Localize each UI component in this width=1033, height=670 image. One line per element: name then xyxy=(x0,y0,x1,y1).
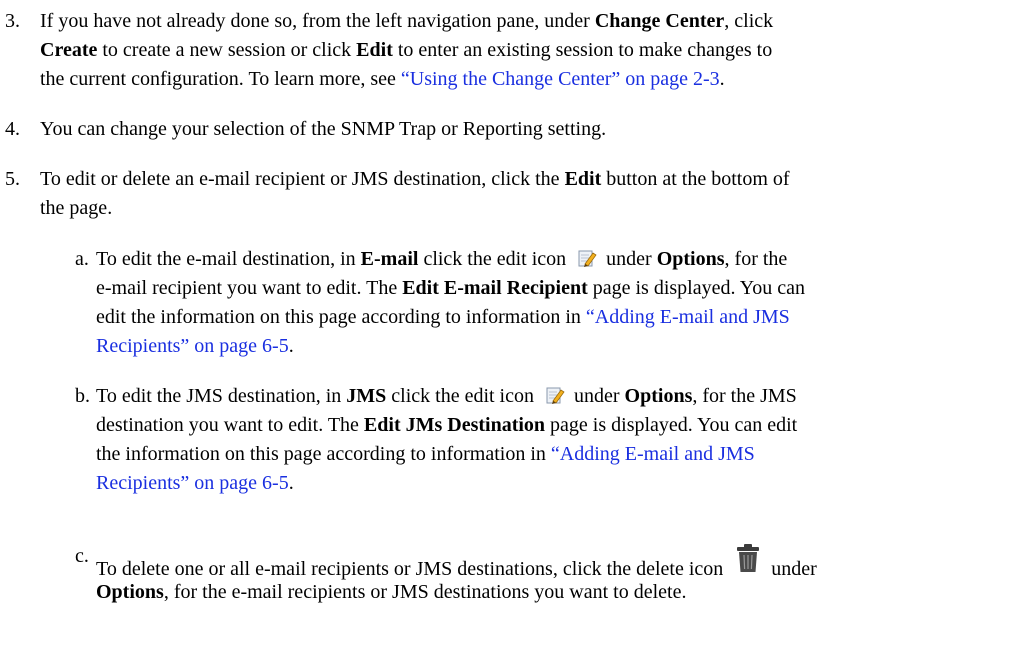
text: , for the e-mail recipients or JMS desti… xyxy=(163,581,687,603)
text: under xyxy=(766,558,817,580)
text: , for the JMS xyxy=(692,385,797,407)
substep-letter: a. xyxy=(75,248,89,270)
bold-term: E-mail xyxy=(360,248,419,270)
text: , for the xyxy=(724,248,788,270)
cross-reference-link[interactable]: “Using the Change Center” on page 2-3 xyxy=(401,68,720,90)
bold-term: Options xyxy=(96,581,164,603)
substep-line: Recipients” on page 6-5. xyxy=(96,333,294,359)
cross-reference-link[interactable]: Recipients” on page 6-5 xyxy=(96,472,289,494)
bold-term: Create xyxy=(40,39,98,61)
text: e-mail recipient you want to edit. The xyxy=(96,277,403,299)
text: page is displayed. You can edit xyxy=(545,414,798,436)
text: under xyxy=(569,385,625,407)
text: the information on this page according t… xyxy=(96,443,551,465)
cross-reference-link[interactable]: Recipients” on page 6-5 xyxy=(96,335,289,357)
bold-term: Change Center xyxy=(594,10,725,32)
step-line: the page. xyxy=(40,197,113,219)
substep-line: e-mail recipient you want to edit. The E… xyxy=(96,275,805,301)
step-number: 4. xyxy=(5,118,20,140)
text: button at the bottom of xyxy=(601,168,790,190)
document-page: 3. If you have not already done so, from… xyxy=(0,0,1033,670)
edit-icon xyxy=(546,387,565,404)
substep-letter: c. xyxy=(75,545,89,567)
step-line: You can change your selection of the SNM… xyxy=(40,118,607,140)
text: edit the information on this page accord… xyxy=(96,306,586,328)
text: the current configuration. To learn more… xyxy=(40,68,401,90)
step-line: To edit or delete an e-mail recipient or… xyxy=(40,166,790,192)
text: . xyxy=(288,472,294,494)
bold-term: Edit xyxy=(356,39,393,61)
step-number: 5. xyxy=(5,168,20,190)
text: click the edit icon xyxy=(386,385,539,407)
substep-line: Options, for the e-mail recipients or JM… xyxy=(0,579,686,605)
text: . xyxy=(288,335,294,357)
text: page is displayed. You can xyxy=(587,277,805,299)
substep-line: To edit the JMS destination, in JMS clic… xyxy=(96,383,797,409)
substep-line: To delete one or all e-mail recipients o… xyxy=(96,543,817,582)
text: . xyxy=(719,68,725,90)
text: To edit the e-mail destination, in xyxy=(96,248,361,270)
bold-term: Edit xyxy=(564,168,602,190)
text: under xyxy=(601,248,657,270)
text: To edit the JMS destination, in xyxy=(96,385,347,407)
text: to enter an existing session to make cha… xyxy=(392,39,773,61)
step-line: the current configuration. To learn more… xyxy=(40,66,725,92)
text: click the edit icon xyxy=(418,248,572,270)
cross-reference-link[interactable]: “Adding E-mail and JMS xyxy=(586,306,790,328)
substep-line: edit the information on this page accord… xyxy=(96,304,790,330)
cross-reference-link[interactable]: “Adding E-mail and JMS xyxy=(551,443,755,465)
text: , click xyxy=(724,10,774,32)
substep-line: destination you want to edit. The Edit J… xyxy=(96,412,797,438)
text: to create a new session or click xyxy=(97,39,357,61)
trash-icon xyxy=(737,544,760,572)
substep-line: To edit the e-mail destination, in E-mai… xyxy=(96,246,787,272)
text: To edit or delete an e-mail recipient or… xyxy=(40,168,565,190)
bold-term: Edit E-mail Recipient xyxy=(402,277,588,299)
bold-term: JMS xyxy=(346,385,387,407)
bold-term: Options xyxy=(656,248,725,270)
text: If you have not already done so, from th… xyxy=(40,10,595,32)
text: destination you want to edit. The xyxy=(96,414,364,436)
step-number: 3. xyxy=(5,10,20,32)
substep-line: the information on this page according t… xyxy=(96,441,755,467)
step-line: Create to create a new session or click … xyxy=(40,37,772,63)
substep-letter: b. xyxy=(75,385,90,407)
bold-term: Edit JMs Destination xyxy=(363,414,546,436)
bold-term: Options xyxy=(624,385,693,407)
text: To delete one or all e-mail recipients o… xyxy=(96,558,729,580)
substep-line: Recipients” on page 6-5. xyxy=(96,470,294,496)
edit-icon xyxy=(578,250,597,267)
step-line: If you have not already done so, from th… xyxy=(40,8,773,34)
